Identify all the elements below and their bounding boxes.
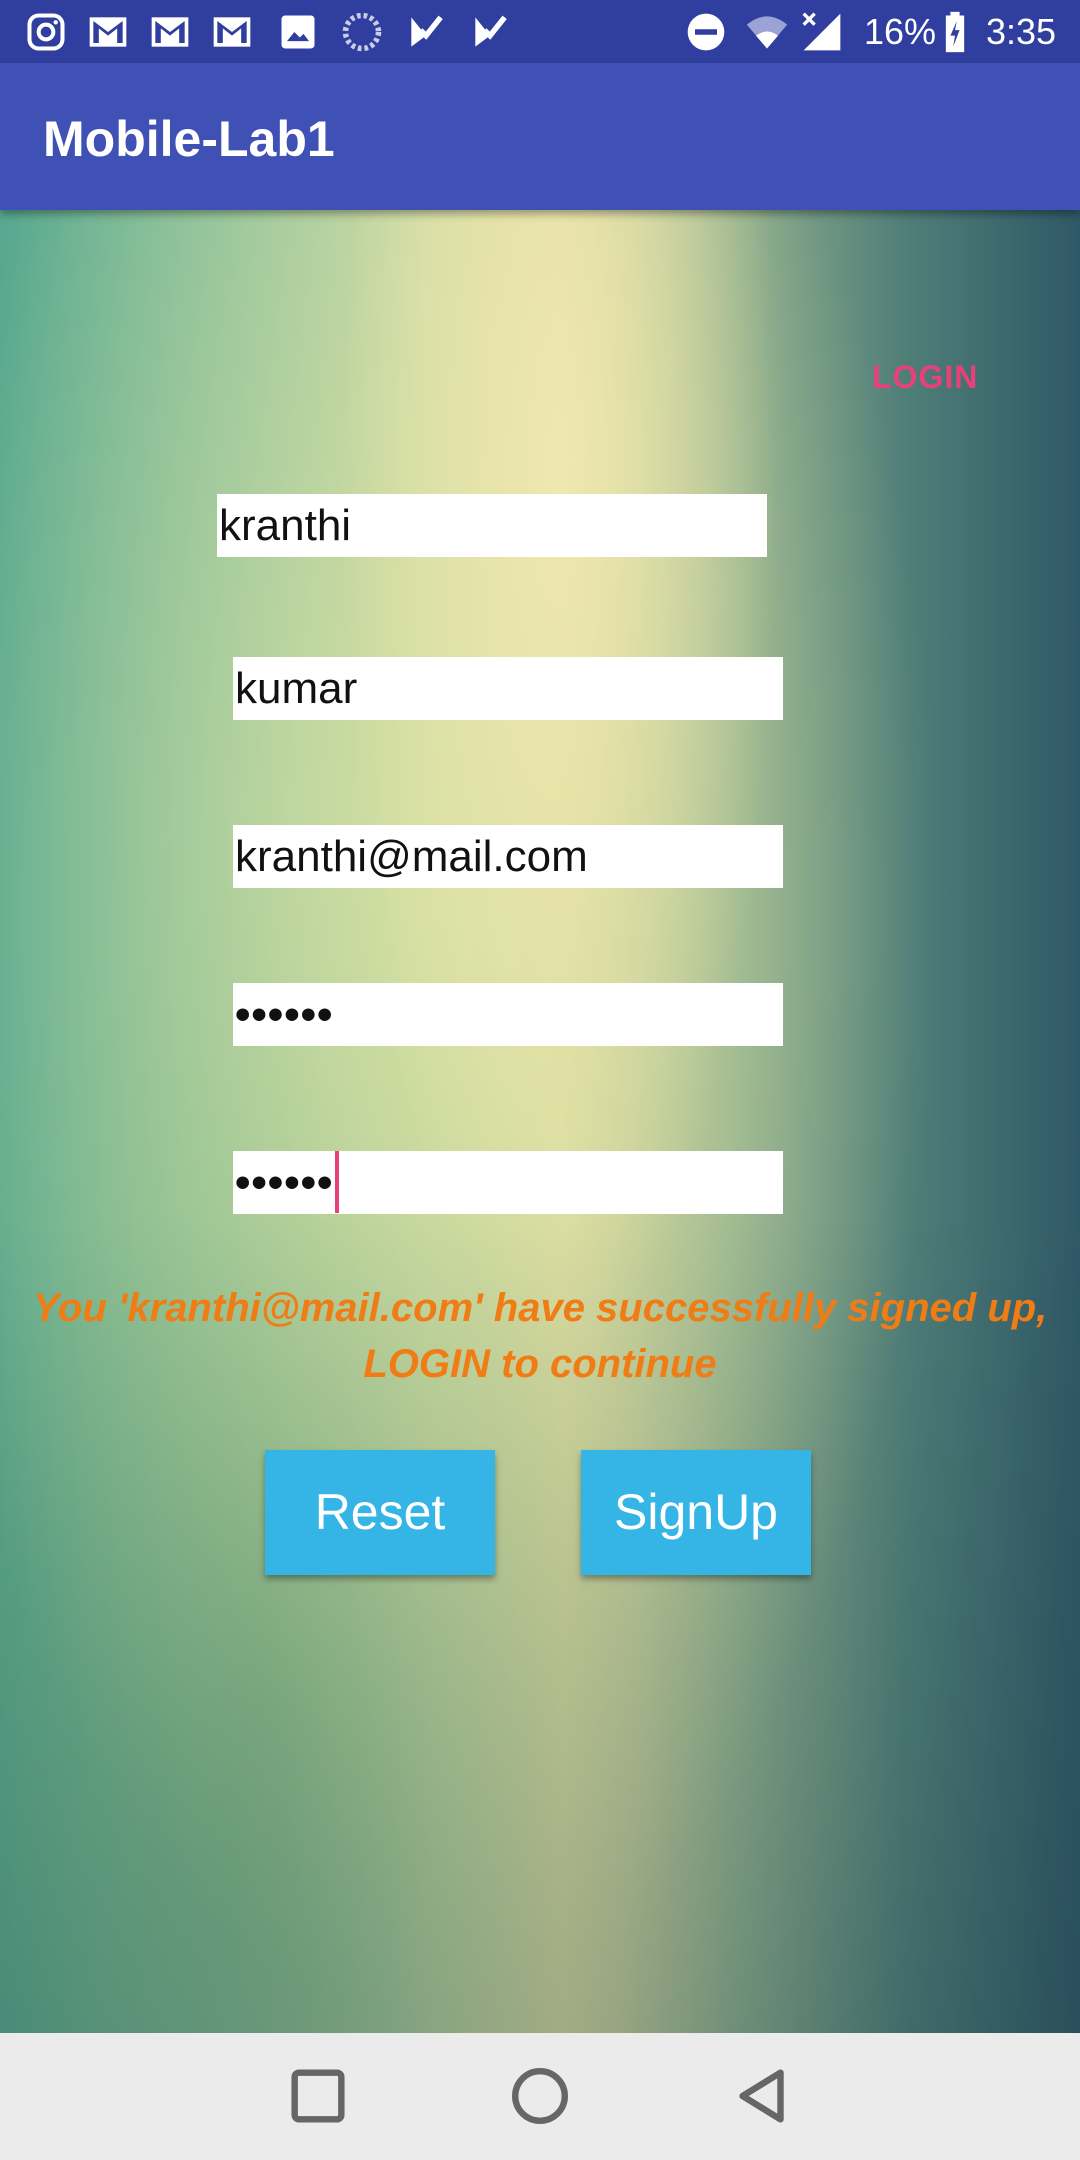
clock: 3:35 bbox=[986, 11, 1057, 52]
navigation-bar bbox=[0, 2033, 1080, 2160]
confirm-password-value: •••••• bbox=[235, 1158, 334, 1207]
gmail-icon bbox=[213, 17, 251, 47]
reset-button[interactable]: Reset bbox=[265, 1450, 495, 1575]
gmail-icon bbox=[89, 17, 127, 47]
email-field[interactable]: kranthi@mail.com bbox=[233, 825, 783, 888]
password-value: •••••• bbox=[235, 990, 334, 1039]
battery-charging-icon bbox=[945, 11, 965, 53]
status-bar: 16% 3:35 bbox=[0, 0, 1080, 63]
signup-form: LOGIN kranthi kumar kranthi@mail.com •••… bbox=[0, 210, 1080, 2033]
last-name-field[interactable]: kumar bbox=[233, 657, 783, 720]
signup-button[interactable]: SignUp bbox=[581, 1450, 811, 1575]
signal-icon bbox=[802, 12, 841, 51]
app-bar: Mobile-Lab1 bbox=[0, 63, 1080, 210]
recents-square-icon[interactable] bbox=[283, 2061, 353, 2131]
confirm-password-field[interactable]: •••••• bbox=[233, 1151, 783, 1214]
first-name-field[interactable]: kranthi bbox=[217, 494, 767, 557]
password-field[interactable]: •••••• bbox=[233, 983, 783, 1046]
instagram-icon bbox=[27, 13, 65, 51]
gmail-icon bbox=[151, 17, 189, 47]
task-check-icon bbox=[411, 15, 443, 47]
wifi-icon bbox=[746, 16, 788, 49]
sync-icon bbox=[342, 12, 382, 52]
app-title: Mobile-Lab1 bbox=[43, 111, 335, 167]
do-not-disturb-icon bbox=[687, 13, 725, 51]
login-link[interactable]: LOGIN bbox=[872, 357, 978, 397]
battery-percent: 16% bbox=[864, 11, 937, 52]
back-triangle-icon[interactable] bbox=[728, 2061, 798, 2131]
screen: 16% 3:35 Mobile-Lab1 LOGIN kranthi kumar… bbox=[0, 0, 1080, 2160]
home-circle-icon[interactable] bbox=[505, 2061, 575, 2131]
text-cursor bbox=[335, 1151, 340, 1213]
image-icon bbox=[281, 15, 315, 49]
task-check-icon bbox=[475, 15, 507, 47]
signup-success-message: You 'kranthi@mail.com' have successfully… bbox=[32, 1286, 1048, 1386]
